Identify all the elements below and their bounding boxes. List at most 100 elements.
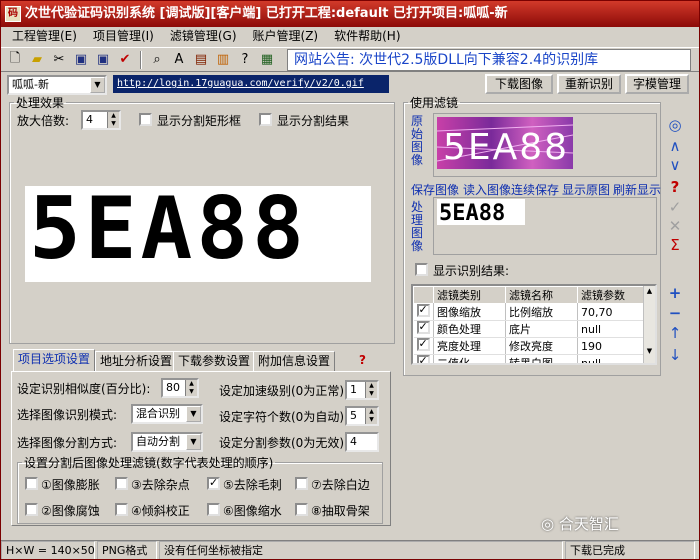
add-filter-icon[interactable]: + [667,285,683,301]
postfilter-label-4: ④倾斜校正 [131,504,190,518]
menu-item-management[interactable]: 项目管理(I) [88,27,159,46]
tab-extra-info[interactable]: 附加信息设置 [253,351,336,371]
char-model-button[interactable]: 字模管理 [625,74,689,94]
postfilter-checkbox-1[interactable] [25,477,38,490]
filter-table-scrollbar[interactable]: ▲ ▼ [643,286,655,363]
postfilter-checkbox-6[interactable] [207,503,220,516]
reidentify-button[interactable]: 重新识别 [557,74,621,94]
effect-legend: 处理效果 [16,96,65,110]
chevron-down-icon[interactable]: ▼ [90,77,105,93]
checkmark-icon[interactable]: ✓ [667,199,683,215]
project-select[interactable]: 呱呱-新 ▼ [7,75,107,95]
menu-account-management[interactable]: 账户管理(Z) [248,27,324,46]
save-all-icon[interactable]: ▣ [93,50,113,70]
book-icon[interactable]: ▤ [191,50,211,70]
move-up-icon[interactable]: ↑ [667,325,683,341]
new-file-icon[interactable]: 🗋 [5,50,25,70]
save-image-link[interactable]: 保存图像 [411,181,459,198]
show-split-result-checkbox[interactable] [259,113,272,126]
text-tool-icon[interactable]: A [169,50,189,70]
menu-help[interactable]: 软件帮助(H) [329,27,405,46]
tab-address-analysis[interactable]: 地址分析设置 [95,351,178,371]
tab-download-params[interactable]: 下载参数设置 [173,351,256,371]
similarity-value: 80 [166,381,180,394]
tab-project-options[interactable]: 项目选项设置 [13,349,96,371]
help-pointer-icon[interactable]: ? [235,50,255,70]
filter-table-col-param[interactable]: 滤镜参数 [577,286,646,304]
row-checkbox[interactable] [416,354,430,363]
menu-project-management[interactable]: 工程管理(E) [7,27,82,46]
filter-table-col-name[interactable]: 滤镜名称 [505,286,578,304]
row-checkbox[interactable] [416,303,430,317]
close-icon[interactable]: ✕ [667,218,683,234]
postfilter-checkbox-8[interactable] [295,503,308,516]
table-row[interactable]: 二值化 转黑白图 null [413,354,646,363]
open-folder-icon[interactable]: ▰ [27,50,47,70]
show-split-rect-label: 显示分割矩形框 [157,114,242,128]
similarity-spinner[interactable]: 80 ▲ ▼ [161,378,199,398]
url-input[interactable]: http://login.17guagua.com/verify/v2/0.gi… [113,75,389,93]
show-result-label: 显示识别结果: [433,264,510,278]
row-checkbox[interactable] [416,320,430,334]
refresh-display-link[interactable]: 刷新显示 [613,181,661,198]
char-count-spinner[interactable]: 5 ▲ ▼ [345,406,379,426]
sigma-icon[interactable]: Σ [667,237,683,253]
binoculars-icon[interactable]: ⌕ [147,50,167,70]
enlarged-captcha-graphic: 5EA88 [29,179,304,279]
recognition-mode-select[interactable]: 混合识别 ▼ [131,404,203,424]
table-row[interactable]: 颜色处理 底片 null [413,320,646,338]
table-row[interactable]: 图像缩放 比例缩放 70,70 [413,303,646,321]
show-original-link[interactable]: 显示原图 [562,181,610,198]
continuous-save-link[interactable]: 连续保存 [511,181,559,198]
cut-icon[interactable]: ✂ [49,50,69,70]
spinner-arrows-icon[interactable]: ▲ ▼ [365,408,377,424]
row-checkbox-cell[interactable] [413,303,434,321]
spinner-arrows-icon[interactable]: ▲ ▼ [185,380,197,396]
tabs-help-icon[interactable]: ? [359,353,366,367]
toolbar-separator [140,50,142,69]
arrow-down-icon[interactable]: ∨ [667,157,683,173]
load-image-link[interactable]: 读入图像 [463,181,511,198]
original-captcha-text: 5EA88 [443,127,569,168]
chart-icon[interactable]: ▥ [213,50,233,70]
show-split-result-label: 显示分割结果 [277,114,350,128]
filter-table-col-category[interactable]: 滤镜类别 [433,286,506,304]
target-icon[interactable]: ◎ [667,117,683,133]
row-checkbox[interactable] [416,337,430,351]
accel-spinner[interactable]: 1 ▲ ▼ [345,380,379,400]
row-param: null [577,320,646,338]
original-captcha-image: 5EA88 [437,117,573,169]
remove-filter-icon[interactable]: − [667,305,683,321]
show-split-rect-checkbox[interactable] [139,113,152,126]
split-method-select[interactable]: 自动分割 ▼ [131,432,203,452]
original-image-label: 原始图像 [411,114,424,167]
help-icon[interactable]: ? [667,179,683,195]
download-image-button[interactable]: 下载图像 [485,74,553,94]
filter-table: 滤镜类别 滤镜名称 滤镜参数 图像缩放 比例缩放 70,70 颜色处理 底片 n… [411,284,657,365]
chevron-down-icon[interactable]: ▼ [186,434,201,450]
table-row[interactable]: 亮度处理 修改亮度 190 [413,337,646,355]
split-param-input[interactable]: 4 [345,432,379,452]
chevron-down-icon[interactable]: ▼ [186,406,201,422]
row-checkbox-cell[interactable] [413,337,434,355]
postfilter-checkbox-5[interactable] [207,476,220,490]
spinner-arrows-icon[interactable]: ▲ ▼ [365,382,377,398]
move-down-icon[interactable]: ↓ [667,347,683,363]
menu-filter-management[interactable]: 滤镜管理(G) [165,27,242,46]
postfilter-checkbox-2[interactable] [25,503,38,516]
spinner-arrows-icon[interactable]: ▲ ▼ [107,112,119,128]
row-param: 70,70 [577,303,646,321]
postfilter-checkbox-3[interactable] [115,477,128,490]
postfilter-checkbox-4[interactable] [115,503,128,516]
postfilter-checkbox-7[interactable] [295,477,308,490]
row-param: null [577,354,646,363]
zoom-spinner[interactable]: 4 ▲ ▼ [81,110,121,130]
arrow-up-icon[interactable]: ∧ [667,138,683,154]
row-checkbox-cell[interactable] [413,354,434,363]
save-icon[interactable]: ▣ [71,50,91,70]
check-icon[interactable]: ✔ [115,50,135,70]
image-icon[interactable]: ▦ [257,50,277,70]
show-result-checkbox[interactable] [415,263,428,276]
processed-captcha-text: 5EA88 [439,201,505,225]
row-checkbox-cell[interactable] [413,320,434,338]
